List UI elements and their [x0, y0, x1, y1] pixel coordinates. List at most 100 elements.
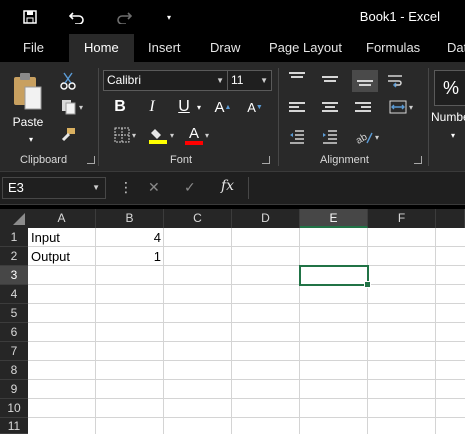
worksheet-grid: A B C D E F 1 2 3 4 5 6 7 8 9 10 11 Inpu…: [0, 209, 465, 434]
paste-dropdown-icon[interactable]: ▾: [26, 134, 36, 144]
bold-button[interactable]: B: [110, 96, 130, 118]
undo-icon[interactable]: [66, 6, 88, 28]
alignment-label: Alignment: [320, 154, 369, 166]
gridline: [28, 379, 465, 380]
gridline: [435, 228, 436, 434]
tab-insert[interactable]: Insert: [148, 34, 181, 62]
paste-icon[interactable]: [10, 70, 46, 112]
title-bar: ▾ Book1 - Excel: [0, 0, 465, 34]
active-cell-e3[interactable]: [299, 265, 371, 288]
merge-center-icon[interactable]: ▾: [384, 96, 418, 118]
increase-indent-icon[interactable]: [320, 126, 340, 148]
row-header-10[interactable]: 10: [0, 399, 28, 418]
column-header-a[interactable]: A: [28, 209, 96, 228]
clipboard-label: Clipboard: [20, 154, 68, 166]
format-painter-icon[interactable]: [58, 124, 78, 146]
row-header-11[interactable]: 11: [0, 418, 28, 434]
chevron-down-icon: ▼: [260, 76, 268, 85]
enter-icon[interactable]: ✓: [184, 180, 196, 196]
clipboard-launcher-icon[interactable]: [87, 156, 95, 164]
tab-draw[interactable]: Draw: [210, 34, 240, 62]
number-format-button[interactable]: %: [434, 70, 465, 106]
paste-button[interactable]: Paste: [8, 114, 48, 130]
number-format-label[interactable]: Numbe: [431, 110, 465, 124]
column-header-b[interactable]: B: [96, 209, 164, 228]
insert-function-button[interactable]: fx: [221, 178, 234, 194]
font-launcher-icon[interactable]: [262, 156, 270, 164]
shrink-font-label: A: [247, 99, 256, 115]
grow-font-button[interactable]: A ▲: [214, 96, 232, 118]
gridline: [231, 228, 232, 434]
ribbon: Paste ▾ ▾ Clipboard Calibri ▼ 11 ▼ B I U…: [0, 62, 465, 172]
tab-formulas[interactable]: Formulas: [366, 34, 420, 62]
cut-icon[interactable]: [58, 70, 78, 92]
row-header-3[interactable]: 3: [0, 266, 28, 285]
name-box[interactable]: E3 ▼: [2, 177, 106, 199]
decrease-indent-icon[interactable]: [287, 126, 307, 148]
font-color-icon[interactable]: A ▾: [180, 124, 214, 146]
alignment-launcher-icon[interactable]: [414, 156, 422, 164]
align-middle-icon[interactable]: [322, 76, 338, 88]
cell-a1[interactable]: Input: [31, 228, 95, 247]
gridline: [28, 303, 465, 304]
cell-b2[interactable]: 1: [96, 247, 161, 266]
align-center-icon[interactable]: [322, 102, 338, 114]
font-name-value: Calibri: [107, 73, 142, 87]
cell-area[interactable]: Input 4 Output 1: [28, 228, 465, 434]
row-header-5[interactable]: 5: [0, 304, 28, 323]
shrink-font-button[interactable]: A ▼: [246, 96, 264, 118]
italic-button[interactable]: I: [142, 96, 162, 118]
row-header-1[interactable]: 1: [0, 228, 28, 247]
orientation-icon[interactable]: ab ▾: [350, 126, 384, 148]
font-name-combo[interactable]: Calibri ▼: [103, 70, 228, 91]
tab-data[interactable]: Data: [447, 34, 465, 62]
number-dropdown-icon[interactable]: ▾: [448, 124, 458, 146]
tab-file[interactable]: File: [23, 34, 44, 62]
group-divider: [98, 68, 99, 166]
column-header-d[interactable]: D: [232, 209, 300, 228]
row-header-6[interactable]: 6: [0, 323, 28, 342]
align-left-icon[interactable]: [289, 102, 305, 114]
column-header-f[interactable]: F: [368, 209, 436, 228]
column-header-g[interactable]: [436, 209, 465, 228]
align-bottom-icon[interactable]: [352, 70, 378, 92]
chevron-down-icon: ▼: [92, 183, 100, 192]
underline-button[interactable]: U: [174, 96, 194, 118]
font-size-value: 11: [231, 73, 244, 87]
row-header-4[interactable]: 4: [0, 285, 28, 304]
column-header-e[interactable]: E: [300, 209, 368, 228]
align-right-icon[interactable]: [355, 102, 371, 114]
underline-dropdown-icon[interactable]: ▾: [194, 96, 204, 118]
cancel-icon[interactable]: ✕: [148, 180, 160, 196]
tab-home[interactable]: Home: [69, 34, 134, 62]
gridline: [28, 322, 465, 323]
wrap-text-icon[interactable]: [386, 70, 404, 92]
cell-a2[interactable]: Output: [31, 247, 95, 266]
row-header-8[interactable]: 8: [0, 361, 28, 380]
redo-icon[interactable]: [113, 6, 135, 28]
row-header-7[interactable]: 7: [0, 342, 28, 361]
chevron-down-icon: ▼: [216, 76, 224, 85]
gridline: [28, 360, 465, 361]
tab-page-layout[interactable]: Page Layout: [269, 34, 342, 62]
more-options-icon[interactable]: ⋮: [119, 180, 133, 196]
borders-icon[interactable]: ▾: [108, 124, 142, 146]
select-all-button[interactable]: [0, 209, 28, 228]
group-divider: [428, 68, 429, 166]
formula-input[interactable]: [248, 177, 465, 199]
gridline: [28, 398, 465, 399]
cell-b1[interactable]: 4: [96, 228, 161, 247]
copy-icon[interactable]: ▾: [56, 96, 88, 118]
name-box-value: E3: [8, 180, 24, 195]
font-label: Font: [170, 154, 193, 166]
fill-color-icon[interactable]: ▾: [144, 124, 178, 146]
row-header-2[interactable]: 2: [0, 247, 28, 266]
font-size-combo[interactable]: 11 ▼: [227, 70, 272, 91]
row-header-9[interactable]: 9: [0, 380, 28, 399]
column-header-c[interactable]: C: [164, 209, 232, 228]
formula-bar: E3 ▼ ⋮ ✕ ✓ fx: [0, 172, 465, 205]
customize-qat-icon[interactable]: ▾: [158, 6, 180, 28]
save-icon[interactable]: [19, 6, 41, 28]
align-top-icon[interactable]: [289, 72, 305, 84]
grow-font-label: A: [214, 98, 225, 116]
